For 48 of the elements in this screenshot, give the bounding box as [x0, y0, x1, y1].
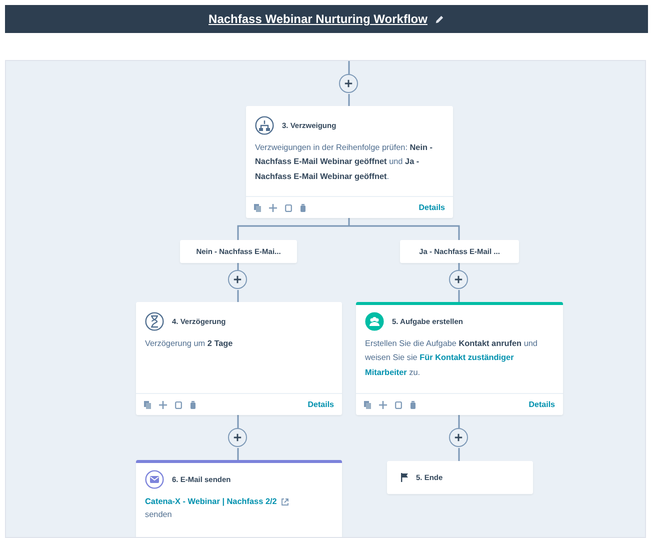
- add-step-button[interactable]: [228, 270, 247, 289]
- send-note: senden: [144, 509, 173, 522]
- hourglass-icon: [145, 312, 164, 331]
- connector-line: [237, 263, 239, 270]
- add-step-button[interactable]: [339, 74, 358, 93]
- connector-line: [237, 448, 239, 461]
- card-description: Erstellen Sie die Aufgabe Kontakt anrufen und weisen Sie sie Für Kontakt zuständiger Mitarbeiter zu.: [364, 338, 538, 379]
- envelope-icon: [145, 470, 164, 489]
- move-icon[interactable]: [269, 204, 277, 212]
- move-icon[interactable]: [159, 400, 167, 408]
- copy-icon[interactable]: [254, 204, 261, 212]
- email-link[interactable]: Catena-X - Webinar | Nachfass 2/2: [145, 496, 277, 508]
- connector-line: [348, 94, 350, 106]
- clipboard-icon[interactable]: [395, 400, 402, 408]
- copy-icon[interactable]: [364, 400, 371, 408]
- branch-icon: [255, 116, 274, 135]
- trash-icon[interactable]: [410, 400, 416, 408]
- clipboard-icon[interactable]: [285, 204, 292, 212]
- pencil-icon[interactable]: [435, 14, 444, 24]
- connector-line: [458, 415, 460, 428]
- add-step-button[interactable]: [449, 428, 468, 447]
- flag-icon: [401, 473, 408, 482]
- details-link[interactable]: Details: [528, 398, 555, 410]
- plus-icon: [454, 433, 463, 442]
- connector-line: [458, 290, 460, 302]
- details-link[interactable]: Details: [308, 398, 334, 410]
- people-icon: [365, 312, 384, 331]
- external-link-icon[interactable]: [280, 498, 289, 506]
- connector-line: [237, 415, 239, 428]
- connector-line: [458, 448, 460, 461]
- connector-line: [458, 263, 460, 270]
- trash-icon[interactable]: [300, 204, 306, 212]
- plus-icon: [454, 275, 463, 284]
- add-step-button[interactable]: [449, 270, 468, 289]
- card-description: Verzweigungen in der Reihenfolge prüfen: Nein - Nachfass E-Mail Webinar geöffnet und Ja - Nachfass E-Mail Webinar geöffnet.: [254, 142, 434, 183]
- card-description: Verzögerung um 2 Tage: [144, 338, 234, 350]
- plus-icon: [344, 79, 353, 88]
- connector-line: [348, 61, 350, 74]
- plus-icon: [233, 275, 242, 284]
- add-step-button[interactable]: [228, 428, 247, 447]
- trash-icon[interactable]: [190, 400, 196, 408]
- clipboard-icon[interactable]: [175, 400, 182, 408]
- details-link[interactable]: Details: [418, 202, 445, 214]
- move-icon[interactable]: [379, 400, 387, 408]
- workflow-title: Nachfass Webinar Nurturing Workflow: [208, 11, 428, 28]
- plus-icon: [233, 433, 242, 442]
- connector-line: [237, 290, 239, 302]
- copy-icon[interactable]: [144, 400, 151, 408]
